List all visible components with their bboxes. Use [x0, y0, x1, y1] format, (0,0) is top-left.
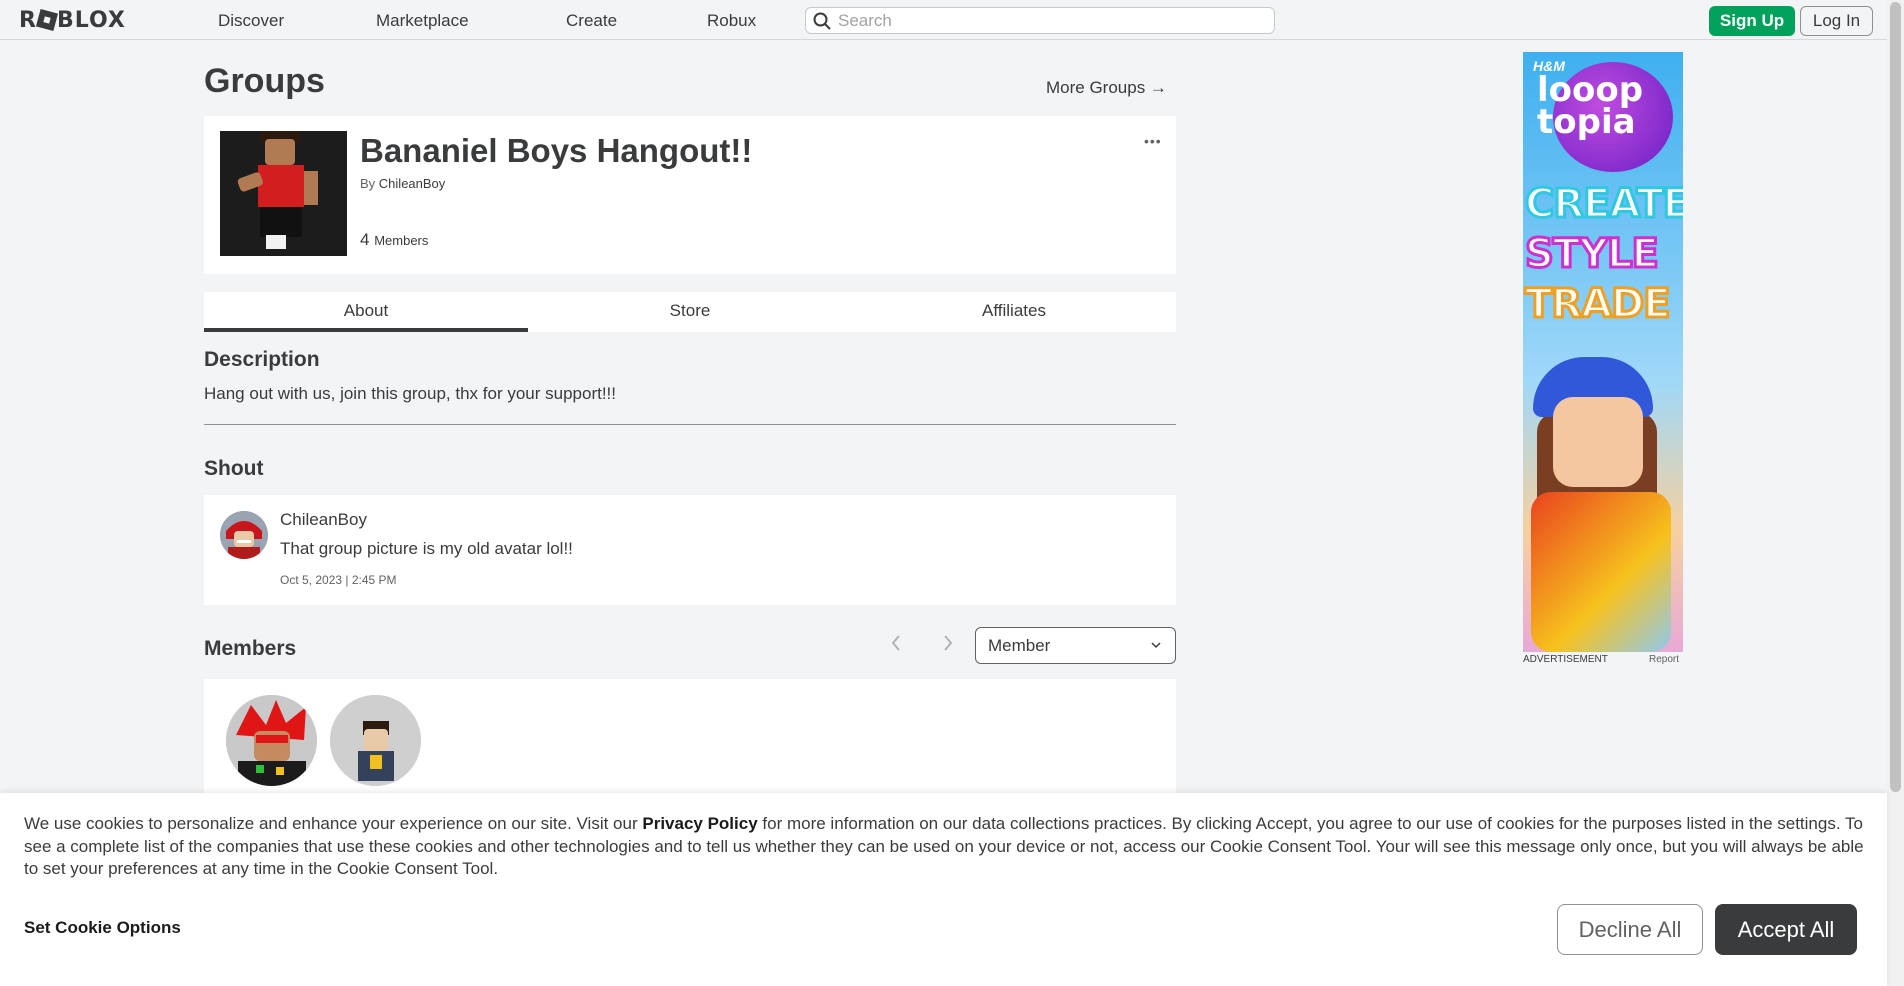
- member-avatar[interactable]: [226, 695, 317, 786]
- members-heading: Members: [204, 637, 297, 660]
- log-in-button[interactable]: Log In: [1800, 6, 1873, 36]
- set-cookie-options-link[interactable]: Set Cookie Options: [24, 918, 181, 938]
- nav-discover[interactable]: Discover: [218, 11, 284, 31]
- ad-character-body: [1531, 492, 1671, 652]
- cookie-text: We use cookies to personalize and enhanc…: [24, 813, 1874, 881]
- member-count: 4 Members: [360, 230, 428, 250]
- more-options-icon[interactable]: •••: [1144, 133, 1162, 149]
- accept-all-button[interactable]: Accept All: [1715, 904, 1857, 955]
- page-title: Groups: [204, 62, 325, 100]
- group-header-card: Bananiel Boys Hangout!! By ChileanBoy 4 …: [204, 116, 1176, 274]
- scrollbar-thumb[interactable]: [1890, 2, 1901, 792]
- group-name: Bananiel Boys Hangout!!: [360, 132, 753, 169]
- advertisement-banner[interactable]: H&M looop topia CREATE STYLE TRADE: [1523, 52, 1683, 652]
- decline-all-button[interactable]: Decline All: [1557, 904, 1703, 955]
- divider: [204, 424, 1176, 425]
- ad-report-link[interactable]: Report: [1649, 654, 1679, 665]
- member-avatar[interactable]: [330, 695, 421, 786]
- search-icon: [813, 12, 831, 35]
- chevron-left-icon[interactable]: [890, 633, 902, 659]
- cookie-text-before: We use cookies to personalize and enhanc…: [24, 814, 643, 833]
- chevron-right-icon[interactable]: [942, 633, 954, 659]
- search-input[interactable]: [838, 10, 1258, 31]
- shout-card: ChileanBoy That group picture is my old …: [204, 495, 1176, 605]
- group-owner-link[interactable]: ChileanBoy: [379, 176, 446, 191]
- ad-character-face: [1553, 397, 1643, 487]
- tab-about[interactable]: About: [204, 292, 528, 332]
- group-thumbnail: [220, 131, 347, 256]
- group-description: Hang out with us, join this group, thx f…: [204, 384, 616, 403]
- more-groups-link[interactable]: More Groups →: [1046, 78, 1167, 98]
- member-count-value: 4: [360, 230, 370, 249]
- roblox-logo[interactable]: R BLOX: [19, 8, 126, 33]
- nav-create[interactable]: Create: [566, 11, 617, 31]
- ad-word-style: STYLE: [1524, 231, 1661, 278]
- nav-robux[interactable]: Robux: [707, 11, 756, 31]
- ad-headline: looop topia: [1537, 70, 1644, 142]
- by-prefix: By: [360, 176, 376, 191]
- role-select-value: Member: [988, 636, 1051, 655]
- tab-store[interactable]: Store: [528, 292, 852, 332]
- top-navigation: R BLOX Discover Marketplace Create Robux …: [0, 0, 1887, 40]
- sign-up-button[interactable]: Sign Up: [1709, 6, 1795, 36]
- group-tabs: About Store Affiliates: [204, 292, 1176, 332]
- tab-affiliates[interactable]: Affiliates: [852, 292, 1176, 332]
- member-count-label: Members: [374, 233, 429, 248]
- description-heading: Description: [204, 348, 320, 371]
- chevron-down-icon: [1149, 638, 1163, 657]
- role-select[interactable]: Member: [975, 627, 1176, 664]
- shout-heading: Shout: [204, 457, 264, 480]
- privacy-policy-link[interactable]: Privacy Policy: [642, 814, 757, 833]
- nav-marketplace[interactable]: Marketplace: [376, 11, 469, 31]
- shout-text: That group picture is my old avatar lol!…: [280, 539, 573, 558]
- search-box: [805, 7, 1275, 34]
- ad-caption: ADVERTISEMENT: [1523, 654, 1608, 665]
- page-scrollbar[interactable]: [1887, 0, 1904, 986]
- group-owner-line: By ChileanBoy: [360, 176, 445, 191]
- ad-word-trade: TRADE: [1524, 281, 1673, 328]
- members-list: [204, 679, 1176, 799]
- cookie-banner: We use cookies to personalize and enhanc…: [0, 793, 1887, 986]
- shout-avatar[interactable]: [220, 511, 268, 559]
- ad-word-create: CREATE: [1524, 181, 1684, 228]
- shout-username[interactable]: ChileanBoy: [280, 510, 367, 530]
- shout-timestamp: Oct 5, 2023 | 2:45 PM: [280, 573, 397, 587]
